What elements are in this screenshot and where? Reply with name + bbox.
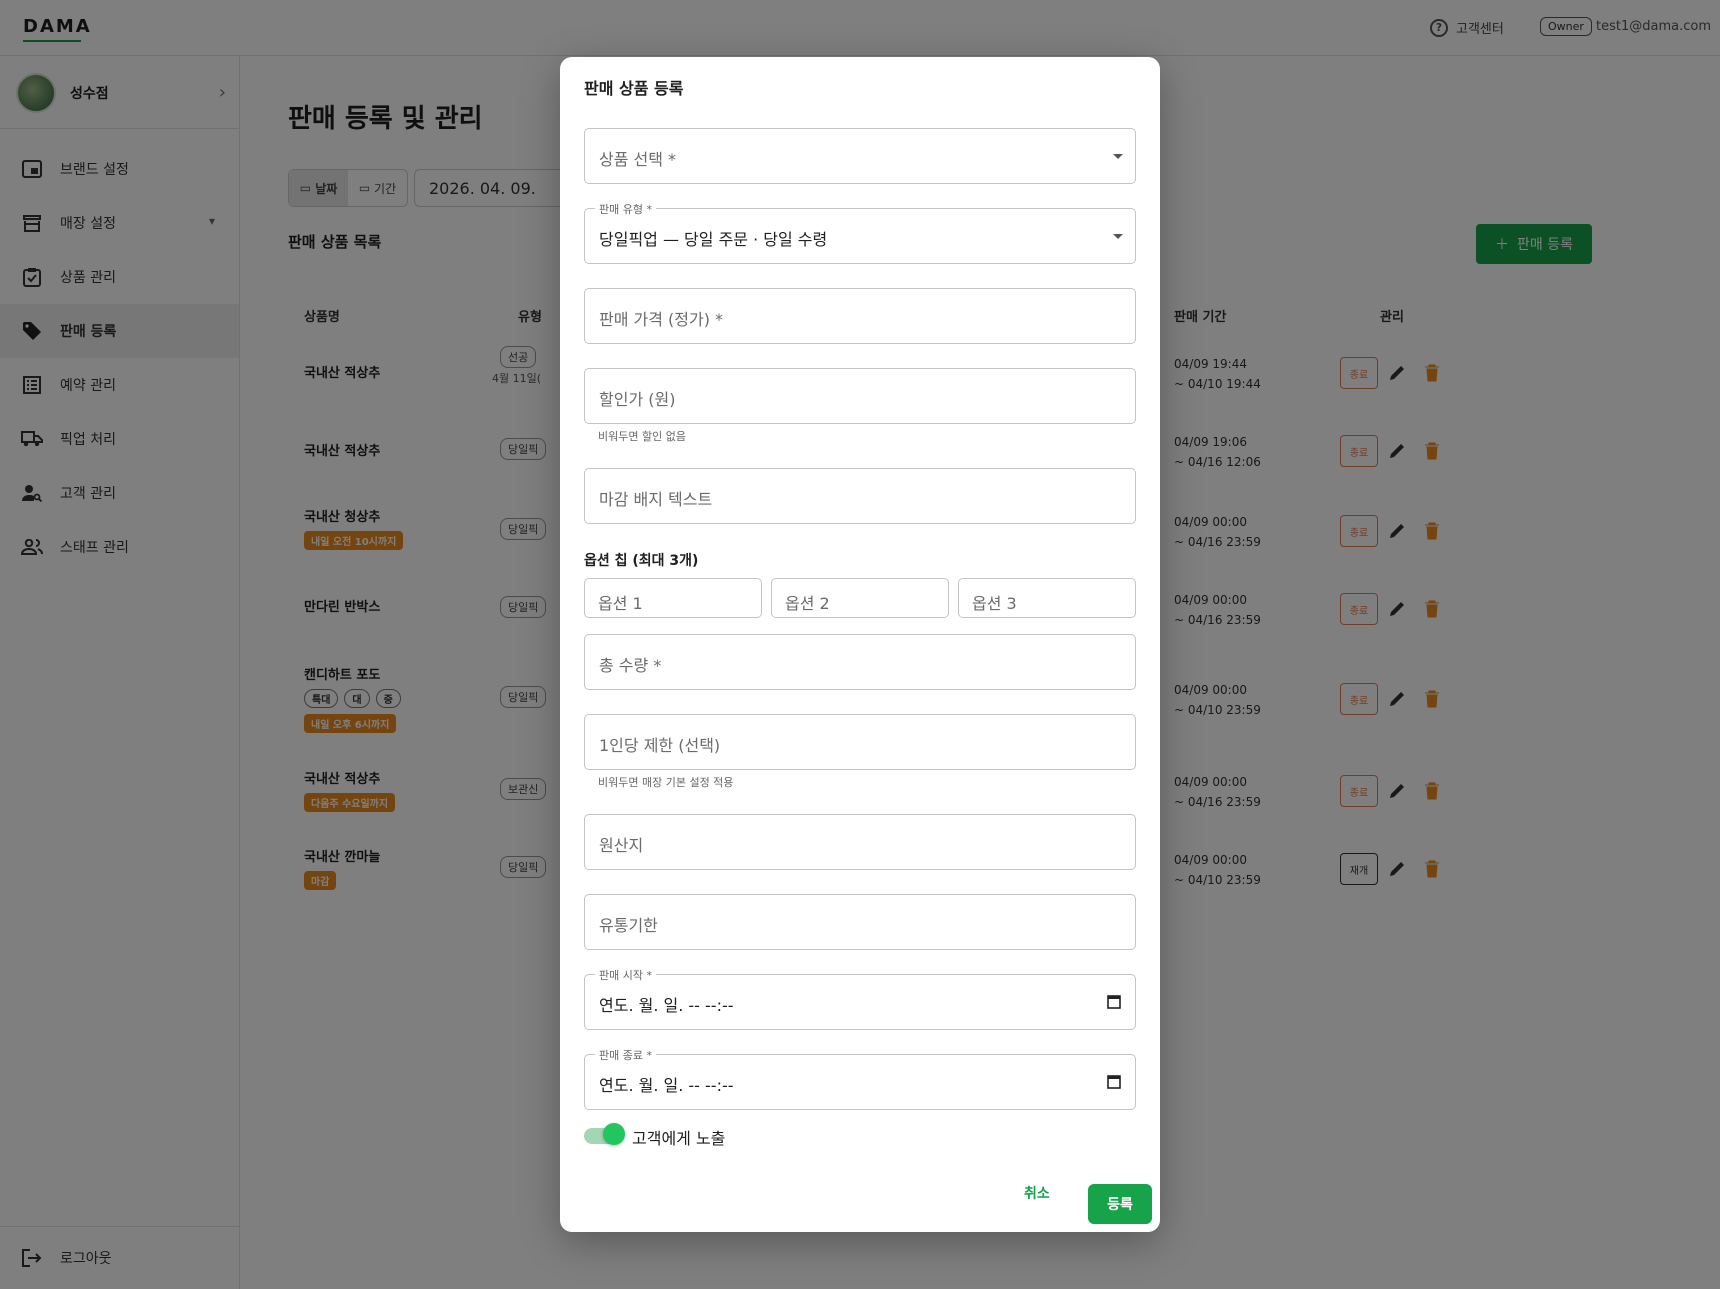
submit-button[interactable]: 등록 <box>1088 1184 1152 1224</box>
sale-type-select[interactable]: 판매 유형 * 당일픽업 — 당일 주문 · 당일 수령 <box>584 201 1136 264</box>
caret-down-icon <box>1113 234 1123 239</box>
sale-start-label: 판매 시작 * <box>595 967 656 983</box>
discount-input[interactable]: 할인가 (원) <box>584 368 1136 424</box>
product-select-placeholder: 상품 선택 * <box>599 150 677 169</box>
calendar-icon[interactable] <box>1107 1074 1121 1089</box>
option-chips-title: 옵션 칩 (최대 3개) <box>584 553 699 569</box>
dialog-title: 판매 상품 등록 <box>584 79 684 98</box>
limit-helper: 비워두면 매장 기본 설정 적용 <box>598 776 734 789</box>
expiry-placeholder: 유통기한 <box>599 916 658 935</box>
quantity-placeholder: 총 수량 * <box>599 656 662 675</box>
caret-down-icon <box>1113 154 1123 159</box>
sale-end-label: 판매 종료 * <box>595 1047 656 1063</box>
origin-input[interactable]: 원산지 <box>584 814 1136 870</box>
origin-placeholder: 원산지 <box>599 836 644 855</box>
price-input[interactable]: 판매 가격 (정가) * <box>584 288 1136 344</box>
sale-end-input[interactable]: 판매 종료 * 연도. 월. 일. -- --:-- <box>584 1047 1136 1110</box>
discount-placeholder: 할인가 (원) <box>599 390 676 409</box>
discount-helper: 비워두면 할인 없음 <box>598 430 686 443</box>
price-placeholder: 판매 가격 (정가) * <box>599 310 724 329</box>
badge-text-input[interactable]: 마감 배지 텍스트 <box>584 468 1136 524</box>
sale-register-dialog: 판매 상품 등록 상품 선택 * 판매 유형 * 당일픽업 — 당일 주문 · … <box>560 57 1160 1232</box>
badge-text-placeholder: 마감 배지 텍스트 <box>599 490 713 509</box>
limit-placeholder: 1인당 제한 (선택) <box>599 736 721 755</box>
option-2-input[interactable]: 옵션 2 <box>771 578 949 618</box>
expiry-input[interactable]: 유통기한 <box>584 894 1136 950</box>
sale-start-value: 연도. 월. 일. -- --:-- <box>599 996 734 1015</box>
cancel-button[interactable]: 취소 <box>1024 1183 1050 1203</box>
sale-start-input[interactable]: 판매 시작 * 연도. 월. 일. -- --:-- <box>584 967 1136 1030</box>
expose-toggle-knob[interactable] <box>603 1123 625 1145</box>
per-person-limit-input[interactable]: 1인당 제한 (선택) <box>584 714 1136 770</box>
quantity-input[interactable]: 총 수량 * <box>584 634 1136 690</box>
sale-type-value: 당일픽업 — 당일 주문 · 당일 수령 <box>599 230 828 249</box>
option-1-input[interactable]: 옵션 1 <box>584 578 762 618</box>
sale-type-label: 판매 유형 * <box>595 201 656 217</box>
calendar-icon[interactable] <box>1107 994 1121 1009</box>
sale-end-value: 연도. 월. 일. -- --:-- <box>599 1076 734 1095</box>
option-3-input[interactable]: 옵션 3 <box>958 578 1136 618</box>
expose-toggle-label: 고객에게 노출 <box>632 1129 726 1148</box>
product-select[interactable]: 상품 선택 * <box>584 128 1136 184</box>
